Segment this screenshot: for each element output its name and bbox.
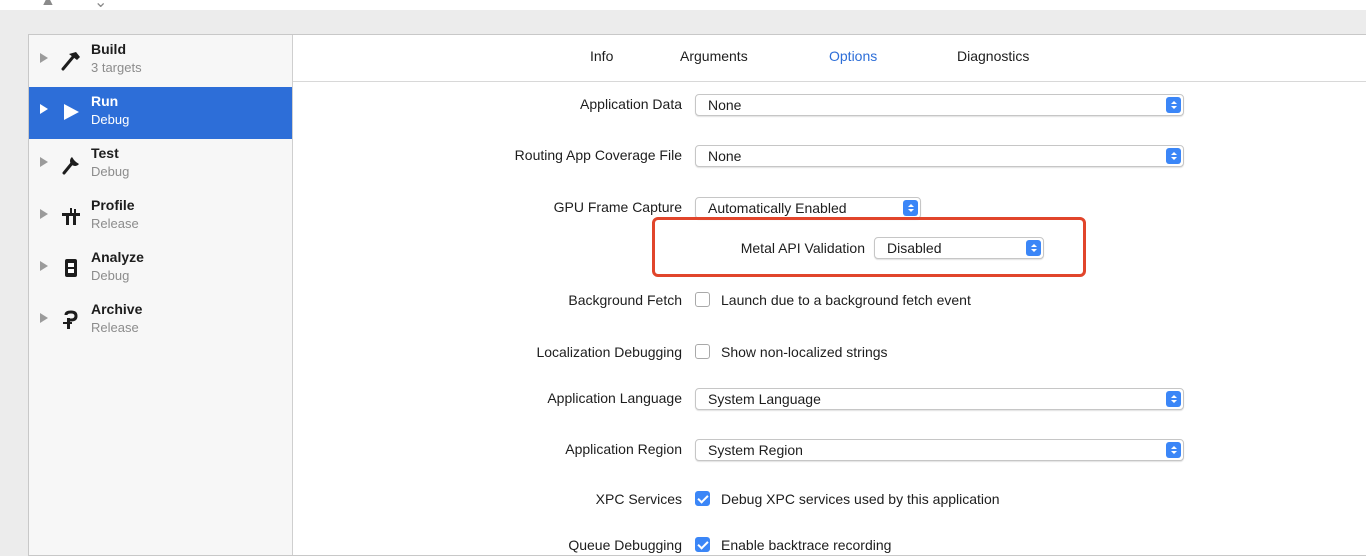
scheme-sidebar: Build 3 targets Run Debug Test Debug Pro… <box>29 35 293 555</box>
tab-info[interactable]: Info <box>590 48 613 64</box>
sidebar-item-subtitle: Debug <box>91 164 130 179</box>
tab-bar: Info Arguments Options Diagnostics <box>293 35 1366 82</box>
localization-debugging-label: Localization Debugging <box>536 344 682 360</box>
gpu-frame-capture-popup[interactable]: Automatically Enabled <box>695 197 921 219</box>
sidebar-item-run[interactable]: Run Debug <box>29 87 292 139</box>
localization-debugging-checkbox-label[interactable]: Show non-localized strings <box>721 344 888 360</box>
sidebar-item-subtitle: Debug <box>91 112 130 127</box>
sidebar-item-title: Test <box>91 145 119 161</box>
popup-stepper-icon <box>1166 391 1181 407</box>
toolbar-strip: ▲ ⌄ <box>0 0 1366 11</box>
sidebar-item-subtitle: Release <box>91 216 139 231</box>
application-language-popup[interactable]: System Language <box>695 388 1184 410</box>
sidebar-item-title: Archive <box>91 301 143 317</box>
disclosure-triangle-icon[interactable] <box>40 261 48 271</box>
sidebar-item-title: Build <box>91 41 126 57</box>
background-fetch-checkbox-label[interactable]: Launch due to a background fetch event <box>721 292 971 308</box>
highlight-annotation <box>652 217 1086 277</box>
popup-stepper-icon <box>903 200 918 216</box>
localization-debugging-checkbox[interactable] <box>695 344 710 359</box>
disclosure-triangle-icon[interactable] <box>40 313 48 323</box>
toolbar-chevron-icon: ⌄ <box>94 0 108 11</box>
tab-options[interactable]: Options <box>829 48 877 64</box>
popup-value: None <box>708 148 742 164</box>
sidebar-item-subtitle: 3 targets <box>91 60 142 75</box>
play-icon <box>59 100 83 124</box>
popup-stepper-icon <box>1166 442 1181 458</box>
disclosure-triangle-icon[interactable] <box>40 209 48 219</box>
analyze-icon <box>59 256 83 280</box>
sidebar-item-title: Run <box>91 93 119 109</box>
routing-coverage-label: Routing App Coverage File <box>514 147 682 163</box>
disclosure-triangle-icon[interactable] <box>40 53 48 63</box>
sidebar-item-build[interactable]: Build 3 targets <box>29 35 292 87</box>
sidebar-item-archive[interactable]: Archive Release <box>29 295 292 347</box>
sidebar-item-title: Analyze <box>91 249 144 265</box>
popup-stepper-icon <box>1166 148 1181 164</box>
gpu-frame-capture-label: GPU Frame Capture <box>553 199 682 215</box>
popup-stepper-icon <box>1166 97 1181 113</box>
background-fetch-label: Background Fetch <box>568 292 682 308</box>
sidebar-item-subtitle: Debug <box>91 268 130 283</box>
sidebar-item-test[interactable]: Test Debug <box>29 139 292 191</box>
disclosure-triangle-icon[interactable] <box>40 157 48 167</box>
hammer-icon <box>59 48 83 72</box>
xpc-services-label: XPC Services <box>595 491 682 507</box>
profile-icon <box>59 204 83 228</box>
popup-value: System Region <box>708 442 803 458</box>
xpc-services-checkbox-label[interactable]: Debug XPC services used by this applicat… <box>721 491 1000 507</box>
popup-value: None <box>708 97 742 113</box>
queue-debugging-checkbox[interactable] <box>695 537 710 552</box>
disclosure-triangle-icon[interactable] <box>40 104 48 114</box>
sidebar-item-analyze[interactable]: Analyze Debug <box>29 243 292 295</box>
application-region-popup[interactable]: System Region <box>695 439 1184 461</box>
sidebar-item-title: Profile <box>91 197 135 213</box>
routing-coverage-popup[interactable]: None <box>695 145 1184 167</box>
popup-value: System Language <box>708 391 821 407</box>
popup-value: Automatically Enabled <box>708 200 847 216</box>
xpc-services-checkbox[interactable] <box>695 491 710 506</box>
application-region-label: Application Region <box>565 441 682 457</box>
archive-icon <box>59 308 83 332</box>
tab-diagnostics[interactable]: Diagnostics <box>957 48 1029 64</box>
queue-debugging-label: Queue Debugging <box>568 537 682 553</box>
toolbar-icon: ▲ <box>40 0 56 9</box>
background-fetch-checkbox[interactable] <box>695 292 710 307</box>
tab-arguments[interactable]: Arguments <box>680 48 748 64</box>
application-language-label: Application Language <box>547 390 682 406</box>
wrench-icon <box>59 152 83 176</box>
application-data-label: Application Data <box>580 96 682 112</box>
queue-debugging-checkbox-label[interactable]: Enable backtrace recording <box>721 537 891 553</box>
application-data-popup[interactable]: None <box>695 94 1184 116</box>
sidebar-item-profile[interactable]: Profile Release <box>29 191 292 243</box>
sidebar-item-subtitle: Release <box>91 320 139 335</box>
